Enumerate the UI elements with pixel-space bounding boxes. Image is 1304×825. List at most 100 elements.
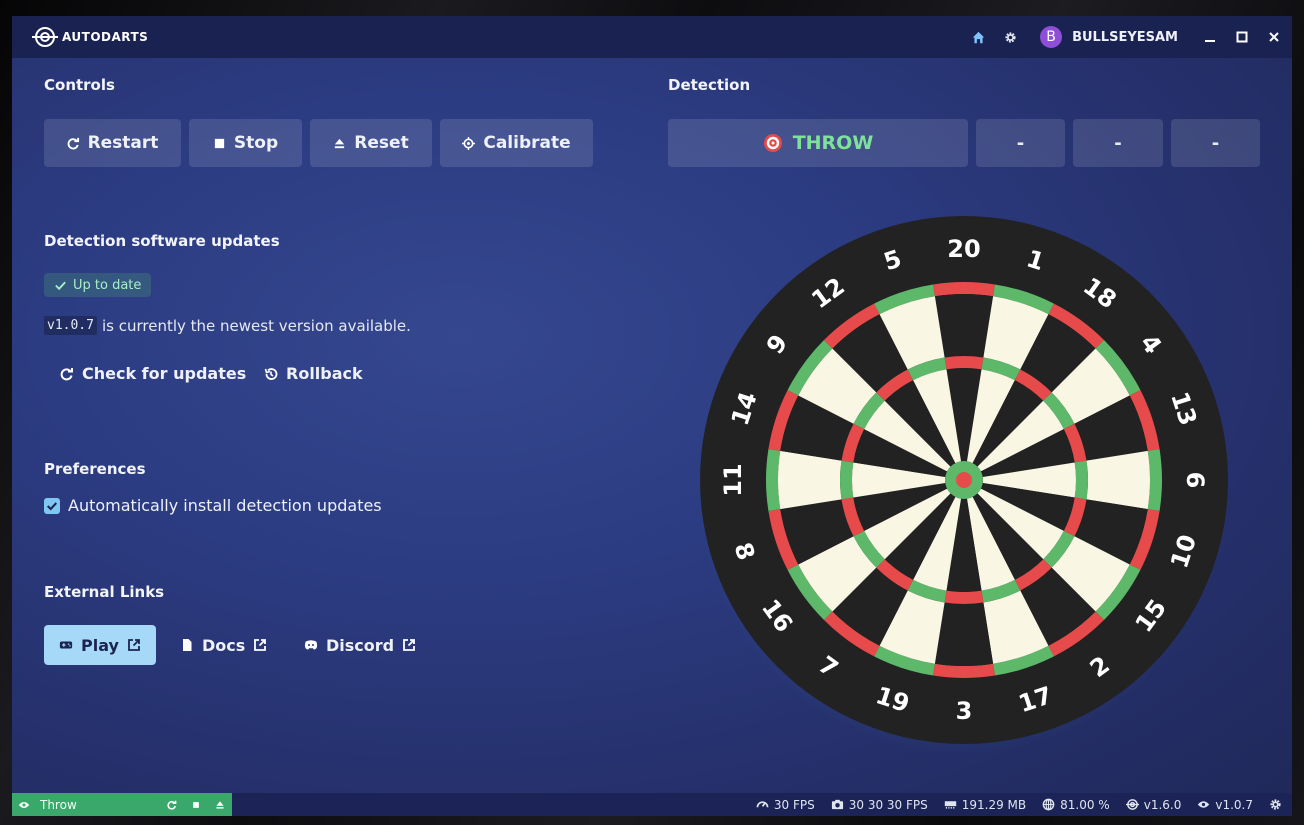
version-code: v1.0.7 xyxy=(44,316,97,335)
board-number: 11 xyxy=(719,463,747,496)
target-icon xyxy=(763,134,782,152)
avatar[interactable]: B xyxy=(1040,26,1063,48)
target-icon xyxy=(1125,799,1139,810)
camera-fps-stat: 30 30 30 FPS xyxy=(831,798,928,812)
fps-stat: 30 FPS xyxy=(756,798,815,812)
stop-icon xyxy=(193,801,199,808)
calibrate-button[interactable]: Calibrate xyxy=(440,119,593,167)
autodarts-logo-icon xyxy=(32,27,58,47)
links-heading: External Links xyxy=(44,583,165,601)
gear-icon xyxy=(1270,799,1281,810)
outer-single-segment xyxy=(1086,450,1150,510)
bullseye xyxy=(956,472,972,488)
app-window: AUTODARTS B BULLSEYESAM Controls Restart… xyxy=(12,16,1292,816)
fps-value: 30 FPS xyxy=(773,797,815,812)
camera-icon xyxy=(831,799,843,810)
memory-value: 191.29 MB xyxy=(961,797,1027,812)
memory-stat: 191.29 MB xyxy=(944,798,1026,812)
eye-icon xyxy=(18,801,30,808)
outer-single-segment xyxy=(934,602,994,666)
board-number: 3 xyxy=(956,697,973,725)
refresh-icon xyxy=(67,137,79,149)
cpu-stat: 81.00 % xyxy=(1042,798,1110,812)
outer-single-segment xyxy=(934,294,994,358)
board-number: 20 xyxy=(947,235,980,263)
home-button[interactable] xyxy=(962,16,994,58)
rollback-label: Rollback xyxy=(286,364,363,383)
version-text: is currently the newest version availabl… xyxy=(101,316,411,335)
status-settings-button[interactable] xyxy=(1269,798,1282,811)
discord-link[interactable]: Discord xyxy=(304,625,416,665)
check-updates-label: Check for updates xyxy=(82,364,247,383)
eject-icon xyxy=(216,800,224,809)
controls-heading: Controls xyxy=(44,76,115,94)
eye-icon xyxy=(1198,801,1210,808)
history-icon xyxy=(264,367,278,380)
restart-label: Restart xyxy=(87,133,159,153)
speedometer-icon xyxy=(756,801,769,808)
status-reset-button[interactable] xyxy=(208,793,232,816)
dartboard[interactable]: 20 11841361015217319716811149125 xyxy=(698,214,1230,746)
status-bar: Throw 30 FPS 30 30 30 FPS 191.29 MB 81.0… xyxy=(12,793,1292,816)
docs-link[interactable]: Docs xyxy=(180,625,267,665)
maximize-button[interactable] xyxy=(1226,16,1258,58)
gear-icon xyxy=(1004,31,1016,43)
settings-button[interactable] xyxy=(994,16,1026,58)
restart-button[interactable]: Restart xyxy=(44,119,181,167)
triple-segment xyxy=(944,356,984,370)
version-line: v1.0.7 is currently the newest version a… xyxy=(44,316,411,335)
title-bar: AUTODARTS B BULLSEYESAM xyxy=(12,16,1292,58)
auto-install-row[interactable]: Automatically install detection updates xyxy=(44,496,382,515)
outer-single-segment xyxy=(778,450,842,510)
check-icon xyxy=(55,281,66,290)
detection-heading: Detection xyxy=(668,76,751,94)
memory-icon xyxy=(944,801,956,809)
mode-label: Throw xyxy=(40,797,77,812)
triple-segment xyxy=(1074,460,1088,500)
app-title: AUTODARTS xyxy=(62,30,149,44)
check-updates-button[interactable]: Check for updates xyxy=(60,364,246,383)
gamepad-icon xyxy=(59,641,73,649)
external-link-icon xyxy=(254,639,267,651)
docs-label: Docs xyxy=(202,635,246,655)
app-version-stat: v1.6.0 xyxy=(1125,797,1182,812)
board-number: 6 xyxy=(1181,472,1209,489)
discord-label: Discord xyxy=(326,635,395,655)
username[interactable]: BULLSEYESAM xyxy=(1072,30,1178,45)
cpu-value: 81.00 % xyxy=(1060,797,1110,812)
mode-indicator: Throw xyxy=(12,793,232,816)
brand: AUTODARTS xyxy=(32,24,148,50)
detection-version-stat: v1.0.7 xyxy=(1197,798,1253,812)
detection-version-value: v1.0.7 xyxy=(1215,797,1253,812)
minimize-icon xyxy=(1205,40,1215,42)
play-label: Play xyxy=(81,635,119,655)
stop-icon xyxy=(214,138,225,148)
stats: 30 FPS 30 30 30 FPS 191.29 MB 81.00 % v1… xyxy=(740,793,1292,816)
app-version-value: v1.6.0 xyxy=(1143,797,1182,812)
cpu-icon xyxy=(1042,798,1055,811)
stop-button[interactable]: Stop xyxy=(189,119,302,167)
eject-icon xyxy=(335,138,345,148)
close-button[interactable] xyxy=(1258,16,1290,58)
crosshair-icon xyxy=(462,136,476,150)
play-link[interactable]: Play xyxy=(44,625,156,665)
status-stop-button[interactable] xyxy=(184,793,208,816)
document-icon xyxy=(183,639,192,651)
status-restart-button[interactable] xyxy=(160,793,184,816)
external-link-icon xyxy=(403,639,416,651)
triple-segment xyxy=(944,590,984,604)
minimize-button[interactable] xyxy=(1194,16,1226,58)
auto-install-checkbox[interactable] xyxy=(44,497,60,514)
rollback-button[interactable]: Rollback xyxy=(264,364,363,383)
throw-label: THROW xyxy=(792,132,874,154)
reset-button[interactable]: Reset xyxy=(310,119,432,167)
stop-label: Stop xyxy=(233,133,279,153)
preferences-heading: Preferences xyxy=(44,460,146,478)
refresh-icon xyxy=(60,367,73,380)
maximize-icon xyxy=(1236,31,1248,43)
discord-icon xyxy=(304,640,318,650)
external-link-icon xyxy=(128,639,140,651)
home-icon xyxy=(972,31,984,43)
auto-install-label: Automatically install detection updates xyxy=(68,496,382,515)
refresh-icon xyxy=(167,800,177,810)
